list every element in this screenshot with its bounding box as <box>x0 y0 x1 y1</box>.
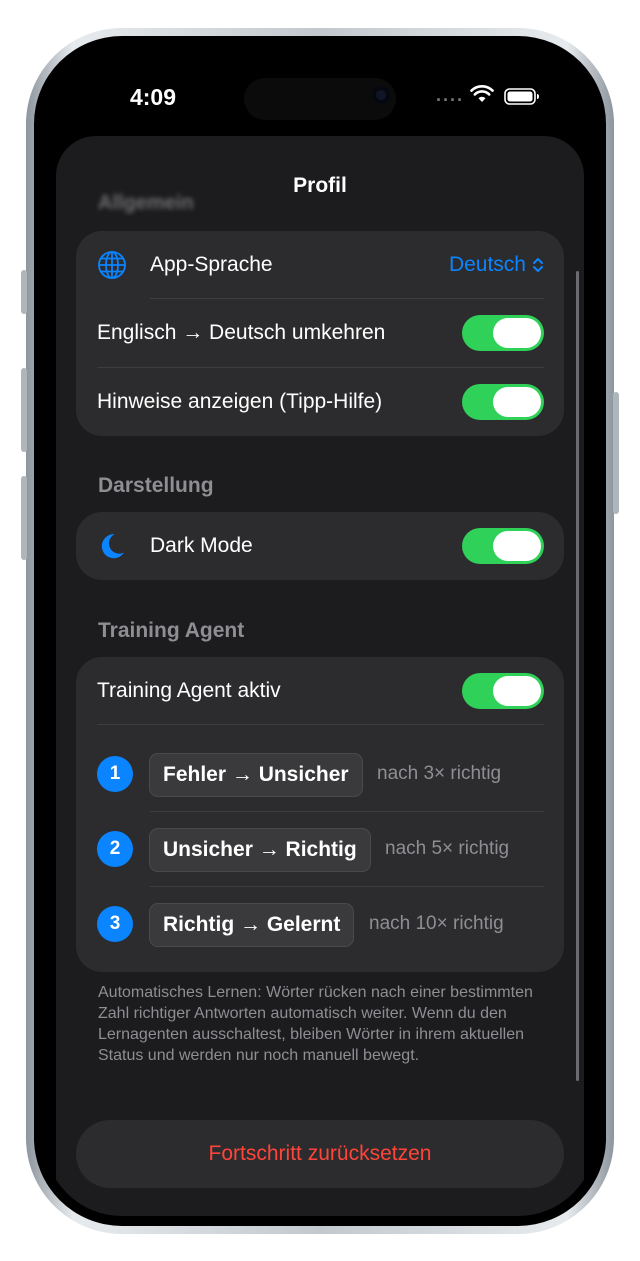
battery-icon <box>504 88 539 105</box>
toggle-knob <box>493 387 541 417</box>
training-agent-group: Training Agent aktiv 1 Fehler → Unsicher… <box>76 657 564 972</box>
training-step-row: 1 Fehler → Unsicher nach 3× richtig <box>76 737 564 812</box>
dark-mode-row: Dark Mode <box>76 512 564 580</box>
section-header-darstellung: Darstellung <box>98 474 214 497</box>
step-condition: nach 5× richtig <box>385 838 510 859</box>
step-transition-chip: Unsicher → Richtig <box>149 828 371 872</box>
language-picker-value: Deutsch <box>448 253 526 276</box>
scroll-indicator[interactable] <box>576 271 579 1081</box>
hints-row: Hinweise anzeigen (Tipp-Hilfe) <box>76 368 564 436</box>
step-number-badge: 2 <box>97 831 133 867</box>
toggle-knob <box>493 676 541 706</box>
sheet-title: Profil <box>293 174 347 197</box>
reverse-direction-row: Englisch → Deutsch umkehren <box>76 299 564 367</box>
language-picker[interactable]: Deutsch <box>449 231 544 299</box>
toggle-knob <box>493 531 541 561</box>
dark-mode-toggle[interactable] <box>462 528 544 564</box>
power-button <box>613 392 619 514</box>
reset-progress-button[interactable]: Fortschritt zurücksetzen <box>76 1120 564 1188</box>
general-settings-group: App-Sprache Deutsch Englisch → Deutsch u… <box>76 231 564 436</box>
volume-down-button <box>21 476 27 560</box>
app-language-label: App-Sprache <box>150 253 273 276</box>
step-transition-chip: Richtig → Gelernt <box>149 903 355 947</box>
reverse-direction-label: Englisch → Deutsch umkehren <box>97 321 386 344</box>
app-language-row[interactable]: App-Sprache Deutsch <box>76 231 564 299</box>
moon-icon <box>101 534 124 559</box>
toggle-knob <box>493 318 541 348</box>
section-header-training-agent: Training Agent <box>98 619 245 642</box>
profile-sheet: Allgemein Profil App-Sprache Deutsch Eng… <box>56 136 584 1216</box>
dark-mode-label: Dark Mode <box>150 534 253 557</box>
status-time: 4:09 <box>129 84 177 110</box>
step-number-badge: 1 <box>97 756 133 792</box>
step-condition: nach 3× richtig <box>377 763 502 784</box>
cellular-signal-icon: ···· <box>436 90 464 110</box>
globe-icon <box>98 251 126 279</box>
training-agent-active-row: Training Agent aktiv <box>76 657 564 725</box>
reverse-direction-toggle[interactable] <box>462 315 544 351</box>
step-transition-chip: Fehler → Unsicher <box>149 753 363 797</box>
training-agent-active-label: Training Agent aktiv <box>97 679 281 702</box>
appearance-group: Dark Mode <box>76 512 564 580</box>
step-condition: nach 10× richtig <box>369 913 504 934</box>
step-number-badge: 3 <box>97 906 133 942</box>
hints-label: Hinweise anzeigen (Tipp-Hilfe) <box>97 390 383 413</box>
training-step-row: 3 Richtig → Gelernt nach 10× richtig <box>76 887 564 962</box>
chevron-up-down-icon <box>533 258 543 272</box>
wifi-icon <box>470 85 494 102</box>
training-step-row: 2 Unsicher → Richtig nach 5× richtig <box>76 812 564 887</box>
hints-toggle[interactable] <box>462 384 544 420</box>
row-separator <box>97 724 544 725</box>
training-agent-toggle[interactable] <box>462 673 544 709</box>
camera-icon <box>372 86 390 104</box>
volume-up-button <box>21 368 27 452</box>
screen: 4:09 ···· Allgemein Profil App-Sprache D… <box>44 46 596 1216</box>
action-button <box>21 270 27 314</box>
training-agent-footnote: Automatisches Lernen: Wörter rücken nach… <box>98 984 533 1064</box>
